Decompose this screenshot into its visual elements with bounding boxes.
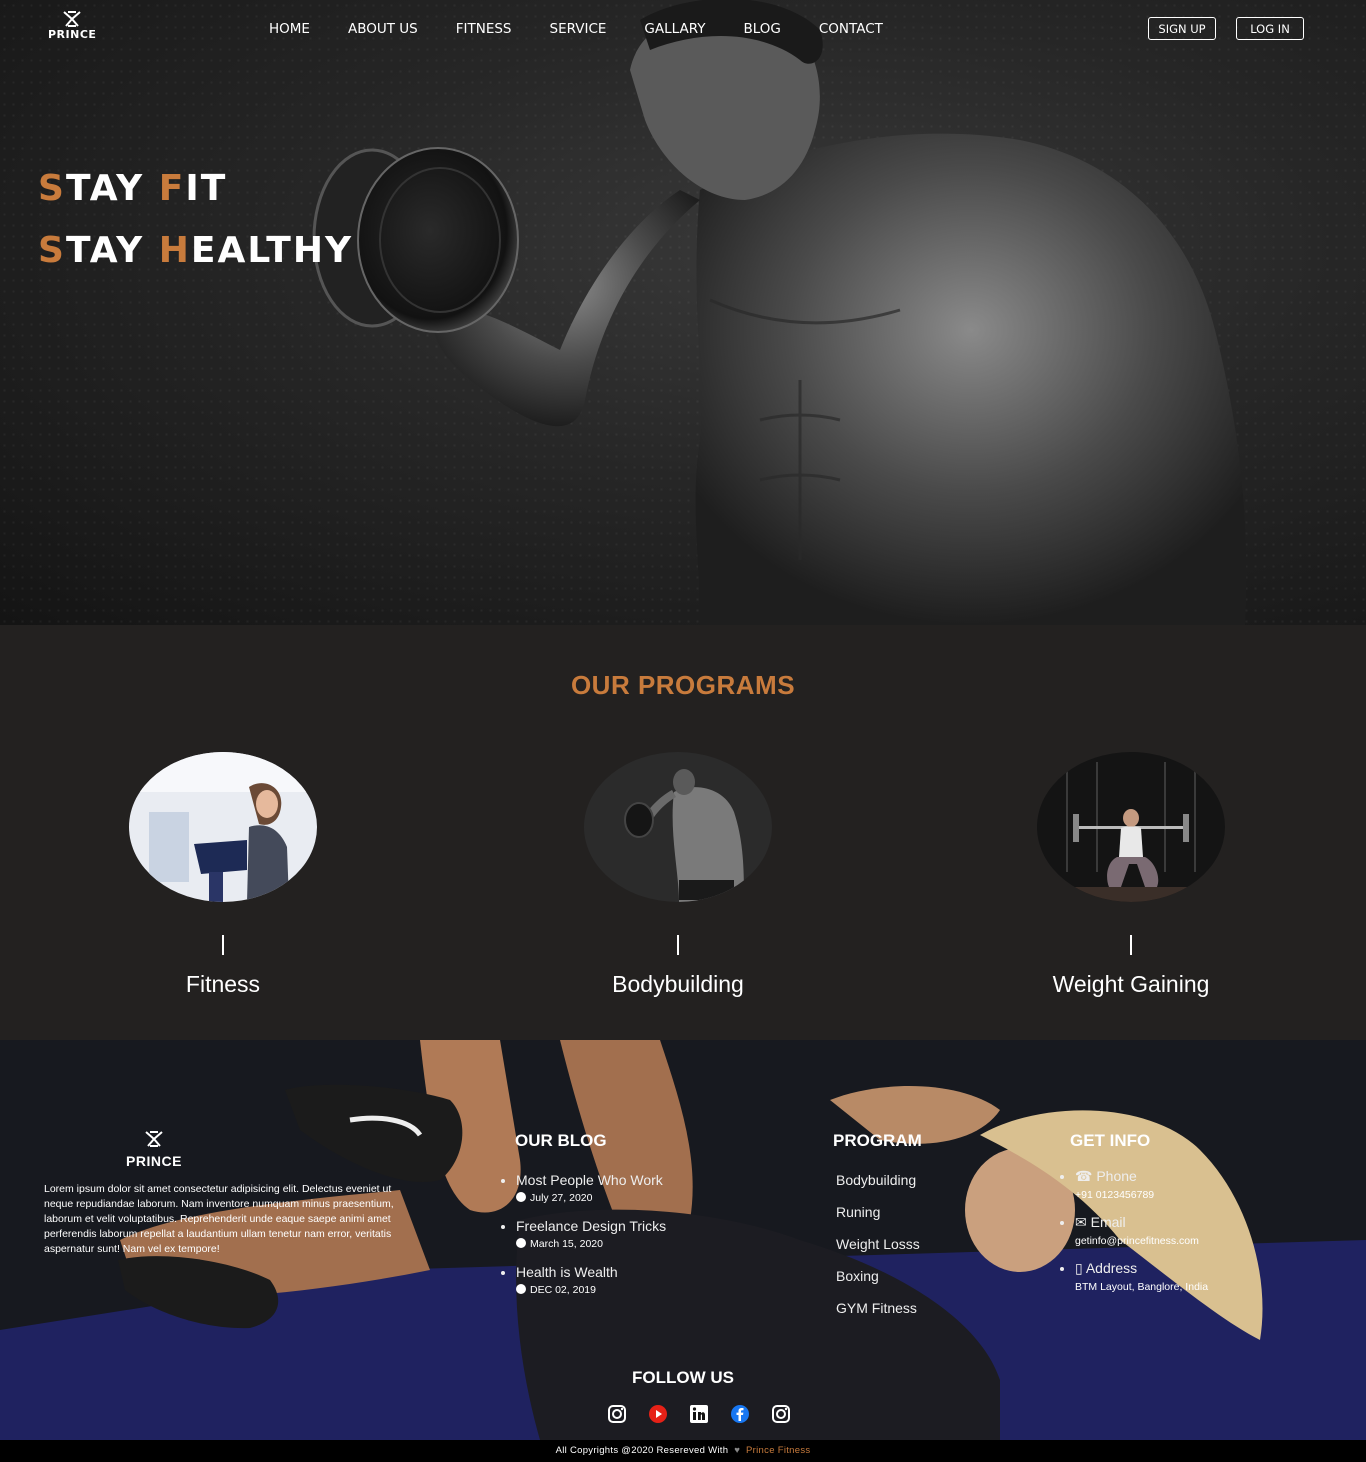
nav-about-us[interactable]: ABOUT US	[348, 21, 418, 37]
blog-post-date: July 27, 2020	[530, 1192, 593, 1204]
signup-button[interactable]: SIGN UP	[1148, 17, 1216, 40]
footer-info-list: ☎ Phone +91 0123456789 ✉ Email getinfo@p…	[1075, 1168, 1208, 1306]
logo-mark-icon	[145, 1131, 163, 1147]
blog-post-title[interactable]: Freelance Design Tricks	[516, 1218, 666, 1234]
info-label: Phone	[1096, 1168, 1137, 1184]
phone-icon: ☎	[1075, 1168, 1097, 1184]
social-links	[606, 1403, 811, 1425]
blog-post-date: March 15, 2020	[530, 1238, 603, 1250]
nav-service[interactable]: SERVICE	[550, 21, 607, 37]
clock-icon	[516, 1284, 526, 1294]
footer-program-list: Bodybuilding Runing Weight Losss Boxing …	[836, 1172, 920, 1332]
clock-icon	[516, 1192, 526, 1202]
program-card-bodybuilding[interactable]: Bodybuilding	[584, 752, 772, 998]
facebook-icon[interactable]	[729, 1403, 751, 1425]
program-link-gym-fitness[interactable]: GYM Fitness	[836, 1300, 920, 1316]
copyright-brand[interactable]: Prince Fitness	[746, 1445, 810, 1456]
blog-post[interactable]: Health is Wealth DEC 02, 2019	[516, 1264, 666, 1296]
location-icon: ▯	[1075, 1260, 1086, 1276]
nav-gallary[interactable]: GALLARY	[644, 21, 705, 37]
program-card-weight-gaining[interactable]: Weight Gaining	[1037, 752, 1225, 998]
main-menu: HOME ABOUT US FITNESS SERVICE GALLARY BL…	[269, 21, 921, 37]
login-button[interactable]: LOG IN	[1236, 17, 1304, 40]
program-name: Bodybuilding	[612, 971, 744, 997]
hero-headline-1: STAY FIT	[38, 168, 228, 209]
info-label: Address	[1085, 1260, 1138, 1276]
info-value[interactable]: +91 0123456789	[1075, 1189, 1208, 1201]
copyright-bar: All Copyrights @2020 Resereved With ♥ Pr…	[0, 1440, 1366, 1462]
info-label: Email	[1090, 1214, 1126, 1230]
youtube-icon[interactable]	[647, 1403, 669, 1425]
footer-brand-name: PRINCE	[126, 1153, 182, 1169]
program-link-runing[interactable]: Runing	[836, 1204, 920, 1220]
top-nav: PRINCE HOME ABOUT US FITNESS SERVICE GAL…	[0, 0, 1366, 60]
footer-blog-list: Most People Who Work July 27, 2020 Freel…	[516, 1172, 666, 1310]
program-image-weight-gaining	[1037, 752, 1225, 902]
footer: PRINCE Lorem ipsum dolor sit amet consec…	[0, 1040, 1366, 1440]
nav-fitness[interactable]: FITNESS	[456, 21, 512, 37]
program-image-fitness	[129, 752, 317, 902]
program-divider	[222, 935, 224, 955]
blog-post-title[interactable]: Health is Wealth	[516, 1264, 618, 1280]
info-address: ▯ Address BTM Layout, Banglore, India	[1075, 1260, 1208, 1293]
program-divider	[1130, 935, 1132, 955]
nav-contact[interactable]: CONTACT	[819, 21, 883, 37]
blog-post-date: DEC 02, 2019	[530, 1284, 596, 1296]
hero-headline-2: STAY HEALTHY	[38, 230, 354, 271]
footer-about-text: Lorem ipsum dolor sit amet consectetur a…	[44, 1183, 394, 1255]
program-link-weight-loss[interactable]: Weight Losss	[836, 1236, 920, 1252]
nav-blog[interactable]: BLOG	[743, 21, 780, 37]
program-link-boxing[interactable]: Boxing	[836, 1268, 920, 1284]
blog-post[interactable]: Most People Who Work July 27, 2020	[516, 1172, 666, 1204]
program-name: Weight Gaining	[1052, 971, 1210, 997]
blog-post-title[interactable]: Most People Who Work	[516, 1172, 663, 1188]
footer-program-title: PROGRAM	[833, 1131, 922, 1150]
instagram-icon[interactable]	[770, 1403, 792, 1425]
brand-logo[interactable]: PRINCE	[48, 10, 96, 41]
footer-logo[interactable]: PRINCE	[126, 1130, 182, 1169]
brand-name: PRINCE	[48, 28, 97, 41]
info-value: BTM Layout, Banglore, India	[1075, 1281, 1209, 1293]
clock-icon	[516, 1238, 526, 1248]
program-name: Fitness	[185, 971, 261, 997]
mail-icon: ✉	[1075, 1214, 1091, 1230]
program-divider	[677, 935, 679, 955]
info-phone: ☎ Phone +91 0123456789	[1075, 1168, 1208, 1201]
linkedin-icon[interactable]	[688, 1403, 710, 1425]
follow-us-title: FOLLOW US	[632, 1368, 734, 1387]
info-email: ✉ Email getinfo@princefitness.com	[1075, 1214, 1208, 1247]
footer-blog-title: OUR BLOG	[515, 1131, 607, 1150]
logo-mark-icon	[63, 11, 81, 27]
programs-section: OUR PROGRAMS Fitness Bodybuilding Weight…	[0, 625, 1366, 1040]
program-card-fitness[interactable]: Fitness	[129, 752, 317, 998]
copyright-text: All Copyrights @2020 Resereved With	[555, 1445, 729, 1456]
program-image-bodybuilding	[584, 752, 772, 902]
info-value[interactable]: getinfo@princefitness.com	[1075, 1235, 1208, 1247]
footer-info-title: GET INFO	[1070, 1131, 1151, 1150]
program-link-bodybuilding[interactable]: Bodybuilding	[836, 1172, 920, 1188]
nav-home[interactable]: HOME	[269, 21, 310, 37]
hero-athlete-image	[312, 0, 1247, 625]
heart-icon: ♥	[731, 1445, 744, 1456]
blog-post[interactable]: Freelance Design Tricks March 15, 2020	[516, 1218, 666, 1250]
programs-title: OUR PROGRAMS	[570, 670, 796, 700]
hero-section: PRINCE HOME ABOUT US FITNESS SERVICE GAL…	[0, 0, 1366, 625]
instagram-icon[interactable]	[606, 1403, 628, 1425]
